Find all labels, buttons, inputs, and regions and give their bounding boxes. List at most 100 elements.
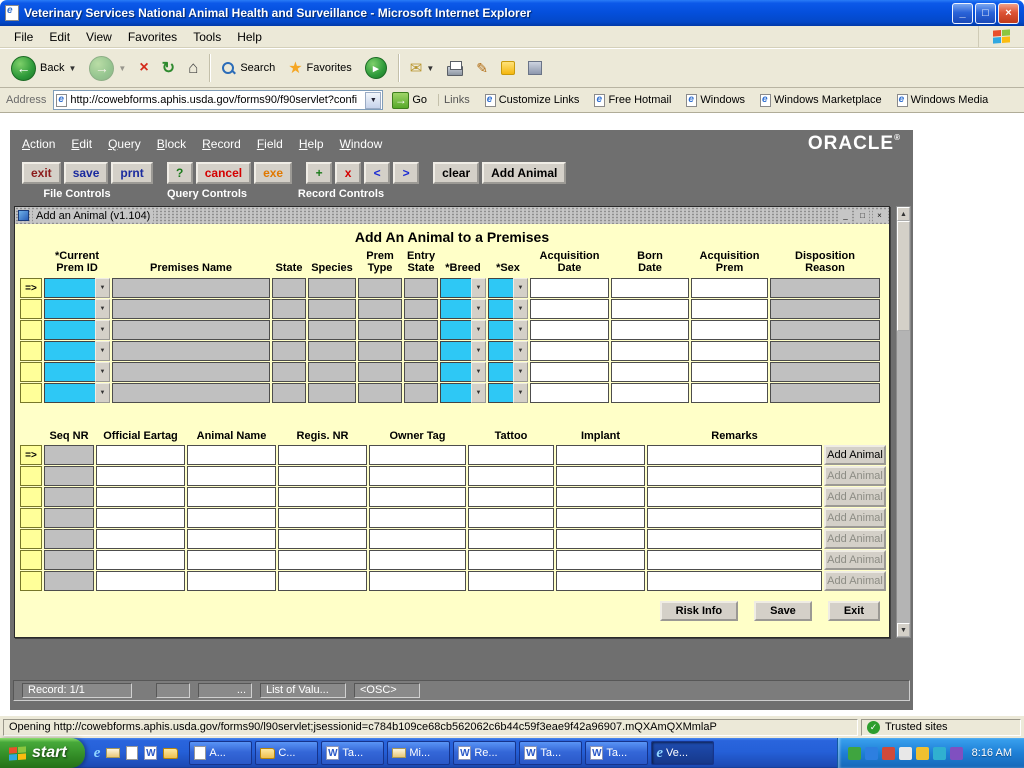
entry-state-field[interactable] — [404, 341, 438, 361]
breed-field[interactable]: ▼ — [440, 320, 486, 340]
form-maximize-button[interactable]: □ — [856, 210, 869, 222]
maximize-button[interactable]: □ — [975, 3, 996, 24]
official-eartag-field[interactable] — [96, 487, 185, 507]
breed-dropdown-button[interactable]: ▼ — [471, 362, 486, 382]
scrollbar-thumb[interactable] — [897, 221, 910, 331]
implant-field[interactable] — [556, 466, 645, 486]
clear-button[interactable]: clear — [433, 162, 479, 184]
task-button-6[interactable]: WTa... — [519, 741, 582, 765]
oracle-menu-query[interactable]: Query — [108, 137, 141, 151]
tattoo-field[interactable] — [468, 508, 554, 528]
tray-icon-7[interactable] — [950, 747, 963, 760]
sex-dropdown-button[interactable]: ▼ — [513, 320, 528, 340]
link-windows-marketplace[interactable]: Windows Marketplace — [755, 94, 887, 107]
record-selector-cell[interactable] — [20, 362, 42, 382]
sex-dropdown-button[interactable]: ▼ — [513, 341, 528, 361]
premises-name-field[interactable] — [112, 362, 270, 382]
record-selector-cell[interactable] — [20, 487, 42, 507]
tattoo-field[interactable] — [468, 550, 554, 570]
entry-state-field[interactable] — [404, 383, 438, 403]
add-animal-toolbar-button[interactable]: Add Animal — [482, 162, 566, 184]
breed-dropdown-button[interactable]: ▼ — [471, 320, 486, 340]
state-field[interactable] — [272, 299, 306, 319]
animal-name-field[interactable] — [187, 466, 276, 486]
record-selector-cell[interactable] — [20, 529, 42, 549]
task-button-3[interactable]: WTa... — [321, 741, 384, 765]
acquisition-date-field[interactable] — [530, 320, 609, 340]
tattoo-field[interactable] — [468, 487, 554, 507]
species-field[interactable] — [308, 320, 356, 340]
acquisition-date-field[interactable] — [530, 362, 609, 382]
current-prem-id-field[interactable]: ▼ — [44, 383, 110, 403]
forward-button[interactable]: → ▼ — [84, 53, 131, 84]
animal-name-field[interactable] — [187, 508, 276, 528]
acquisition-prem-field[interactable] — [691, 299, 768, 319]
tray-icon-2[interactable] — [865, 747, 878, 760]
born-date-field[interactable] — [611, 278, 689, 298]
form-minimize-button[interactable]: _ — [839, 210, 852, 222]
animal-name-field[interactable] — [187, 445, 276, 465]
official-eartag-field[interactable] — [96, 445, 185, 465]
species-field[interactable] — [308, 383, 356, 403]
breed-dropdown-button[interactable]: ▼ — [471, 383, 486, 403]
record-selector-cell[interactable] — [20, 383, 42, 403]
oracle-menu-action[interactable]: Action — [22, 137, 55, 151]
tray-icon-3[interactable] — [882, 747, 895, 760]
form-close-button[interactable]: × — [873, 210, 886, 222]
quick-launch-folder-icon[interactable] — [163, 748, 178, 759]
tray-icon-4[interactable] — [899, 747, 912, 760]
born-date-field[interactable] — [611, 320, 689, 340]
tray-icon-1[interactable] — [848, 747, 861, 760]
breed-dropdown-button[interactable]: ▼ — [471, 278, 486, 298]
owner-tag-field[interactable] — [369, 487, 466, 507]
current-prem-id-field[interactable]: ▼ — [44, 362, 110, 382]
tattoo-field[interactable] — [468, 466, 554, 486]
implant-field[interactable] — [556, 550, 645, 570]
regis-nr-field[interactable] — [278, 550, 367, 570]
favorites-button[interactable]: ★ Favorites — [283, 55, 357, 81]
born-date-field[interactable] — [611, 341, 689, 361]
official-eartag-field[interactable] — [96, 508, 185, 528]
link-windows-media[interactable]: Windows Media — [892, 94, 994, 107]
delete-record-button[interactable]: x — [335, 162, 361, 184]
breed-dropdown-button[interactable]: ▼ — [471, 341, 486, 361]
task-button-7[interactable]: WTa... — [585, 741, 648, 765]
minimize-button[interactable]: _ — [952, 3, 973, 24]
disposition-reason-field[interactable] — [770, 362, 880, 382]
add-animal-row-button[interactable]: Add Animal — [824, 445, 886, 465]
address-input[interactable]: http://cowebforms.aphis.usda.gov/forms90… — [53, 90, 383, 110]
exit-button[interactable]: exit — [22, 162, 61, 184]
prem-type-field[interactable] — [358, 299, 402, 319]
remarks-field[interactable] — [647, 466, 822, 486]
record-selector-cell[interactable]: => — [20, 278, 42, 298]
breed-field[interactable]: ▼ — [440, 341, 486, 361]
disposition-reason-field[interactable] — [770, 320, 880, 340]
official-eartag-field[interactable] — [96, 571, 185, 591]
link-free-hotmail[interactable]: Free Hotmail — [589, 94, 676, 107]
sex-field[interactable]: ▼ — [488, 299, 528, 319]
species-field[interactable] — [308, 278, 356, 298]
acquisition-prem-field[interactable] — [691, 341, 768, 361]
breed-dropdown-button[interactable]: ▼ — [471, 299, 486, 319]
oracle-menu-block[interactable]: Block — [157, 137, 186, 151]
quick-launch-mail-icon[interactable] — [106, 748, 120, 758]
prem-id-dropdown-button[interactable]: ▼ — [95, 383, 110, 403]
regis-nr-field[interactable] — [278, 508, 367, 528]
implant-field[interactable] — [556, 529, 645, 549]
prem-type-field[interactable] — [358, 341, 402, 361]
breed-field[interactable]: ▼ — [440, 383, 486, 403]
remarks-field[interactable] — [647, 487, 822, 507]
remarks-field[interactable] — [647, 550, 822, 570]
save-button[interactable]: save — [64, 162, 109, 184]
address-url[interactable]: http://cowebforms.aphis.usda.gov/forms90… — [70, 94, 362, 106]
acquisition-date-field[interactable] — [530, 278, 609, 298]
task-button-2[interactable]: C... — [255, 741, 318, 765]
record-selector-cell[interactable] — [20, 299, 42, 319]
regis-nr-field[interactable] — [278, 466, 367, 486]
quick-launch-show-desktop-icon[interactable] — [126, 746, 138, 760]
seq-nr-field[interactable] — [44, 508, 94, 528]
current-prem-id-field[interactable]: ▼ — [44, 341, 110, 361]
mail-dropdown-icon[interactable]: ▼ — [426, 64, 434, 73]
task-button-8-active[interactable]: eVe... — [651, 741, 714, 765]
address-dropdown-button[interactable]: ▼ — [365, 92, 381, 109]
